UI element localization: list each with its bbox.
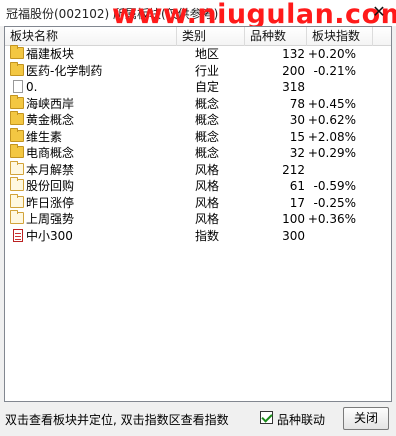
sector-count: 78 bbox=[289, 96, 305, 111]
list-header: 板块名称 类别 品种数 板块指数 bbox=[5, 27, 391, 46]
list-item[interactable]: 黄金概念 概念 30 +0.62% bbox=[5, 111, 391, 129]
list-item[interactable]: 海峡西岸 概念 78 +0.45% bbox=[5, 94, 391, 113]
sector-count: 132 bbox=[282, 47, 305, 61]
sector-index: -0.21% bbox=[313, 63, 356, 78]
sector-category: 地区 bbox=[195, 47, 220, 61]
list-item[interactable]: 福建板块 地区 132 +0.20% bbox=[5, 45, 391, 63]
sector-count: 212 bbox=[282, 162, 305, 177]
sector-count: 32 bbox=[289, 146, 305, 160]
folder-icon bbox=[10, 45, 24, 59]
sector-count: 300 bbox=[282, 228, 305, 243]
sector-category: 概念 bbox=[195, 146, 220, 160]
sector-count: 318 bbox=[282, 80, 305, 94]
sector-list[interactable]: 板块名称 类别 品种数 板块指数 福建板块 地区 132 +0.20% 医药-化学制药 行… bbox=[4, 26, 392, 402]
sector-name: 0. bbox=[26, 80, 38, 94]
sector-category: 指数 bbox=[195, 228, 220, 243]
sector-category: 风格 bbox=[195, 212, 220, 226]
sector-name: 股份回购 bbox=[26, 179, 75, 193]
sector-category: 风格 bbox=[195, 179, 220, 193]
folder-icon bbox=[10, 144, 24, 158]
close-icon[interactable]: ✕ bbox=[370, 3, 388, 21]
sector-index: +2.08% bbox=[307, 129, 356, 144]
sector-name: 中小300 bbox=[26, 228, 73, 243]
sector-name: 海峡西岸 bbox=[26, 96, 75, 111]
list-item[interactable]: 医药-化学制药 行业 200 -0.21% bbox=[5, 61, 391, 80]
sector-category: 概念 bbox=[195, 96, 220, 111]
title-bar: 冠福股份(002102) 所属板块(仅供参考) www.niugulan.com… bbox=[0, 0, 396, 30]
list-item[interactable]: 昨日涨停 风格 17 -0.25% bbox=[5, 193, 391, 212]
sector-name: 本月解禁 bbox=[26, 162, 75, 177]
sector-count: 30 bbox=[289, 113, 305, 127]
sector-name: 昨日涨停 bbox=[26, 195, 75, 210]
sector-index: +0.45% bbox=[307, 96, 356, 111]
folder-icon bbox=[10, 94, 24, 109]
document-icon bbox=[13, 80, 23, 93]
sector-category: 自定 bbox=[195, 80, 220, 94]
sector-category: 行业 bbox=[195, 63, 220, 78]
sector-count: 100 bbox=[282, 212, 305, 226]
sector-count: 200 bbox=[282, 63, 305, 78]
folder-icon bbox=[10, 127, 24, 142]
sector-count: 17 bbox=[289, 195, 305, 210]
sector-index: +0.62% bbox=[307, 113, 356, 127]
sector-category: 概念 bbox=[195, 129, 220, 144]
sector-category: 风格 bbox=[195, 162, 220, 177]
sector-count: 61 bbox=[289, 179, 305, 193]
sector-category: 概念 bbox=[195, 113, 220, 127]
index-document-icon bbox=[13, 228, 23, 242]
list-body: 福建板块 地区 132 +0.20% 医药-化学制药 行业 200 -0.21% 0. 自定 318… bbox=[5, 45, 391, 245]
header-category[interactable]: 类别 bbox=[177, 27, 245, 46]
sector-index: +0.20% bbox=[307, 47, 356, 61]
hint-text: 双击查看板块并定位, 双击指数区查看指数 bbox=[5, 413, 229, 427]
list-item[interactable]: 本月解禁 风格 212 bbox=[5, 160, 391, 179]
sector-name: 电商概念 bbox=[26, 146, 75, 160]
folder-icon bbox=[10, 111, 24, 125]
folder-outline-icon bbox=[10, 160, 24, 175]
sector-index: -0.59% bbox=[313, 179, 356, 193]
sector-name: 医药-化学制药 bbox=[26, 63, 103, 78]
folder-outline-icon bbox=[10, 177, 24, 191]
list-item[interactable]: 股份回购 风格 61 -0.59% bbox=[5, 177, 391, 195]
header-count[interactable]: 品种数 bbox=[245, 27, 307, 46]
list-item[interactable]: 中小300 指数 300 bbox=[5, 228, 391, 245]
linkage-label: 品种联动 bbox=[277, 413, 326, 427]
list-item[interactable]: 电商概念 概念 32 +0.29% bbox=[5, 144, 391, 162]
sector-index: -0.25% bbox=[313, 195, 356, 210]
close-button[interactable]: 关闭 bbox=[343, 407, 389, 430]
list-item[interactable]: 维生素 概念 15 +2.08% bbox=[5, 127, 391, 146]
watermark: www.niugulan.com bbox=[112, 0, 396, 30]
folder-icon bbox=[10, 61, 24, 76]
sector-count: 15 bbox=[289, 129, 305, 144]
sector-category: 风格 bbox=[195, 195, 220, 210]
folder-outline-icon bbox=[10, 193, 24, 208]
sector-name: 黄金概念 bbox=[26, 113, 75, 127]
folder-outline-icon bbox=[10, 210, 24, 224]
list-item[interactable]: 0. 自定 318 bbox=[5, 79, 391, 96]
linkage-checkbox[interactable] bbox=[260, 411, 273, 424]
header-sector-name[interactable]: 板块名称 bbox=[5, 27, 177, 46]
header-sector-index[interactable]: 板块指数 bbox=[307, 27, 373, 46]
sector-index: +0.36% bbox=[307, 212, 356, 226]
sector-name: 上周强势 bbox=[26, 212, 75, 226]
sector-name: 福建板块 bbox=[26, 47, 75, 61]
sector-name: 维生素 bbox=[26, 129, 63, 144]
list-item[interactable]: 上周强势 风格 100 +0.36% bbox=[5, 210, 391, 228]
sector-index: +0.29% bbox=[307, 146, 356, 160]
